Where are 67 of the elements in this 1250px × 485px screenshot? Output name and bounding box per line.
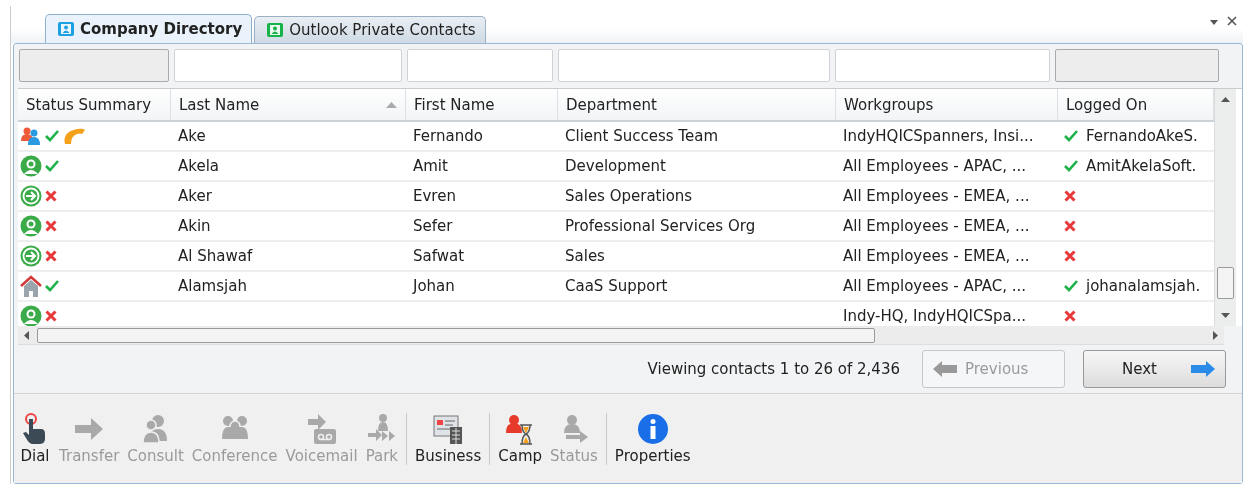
table-cell: Al Shawaf xyxy=(178,247,253,265)
table-cell: Sales xyxy=(565,247,605,265)
table-cell: Johan xyxy=(413,277,455,295)
tab[interactable]: Outlook Private Contacts xyxy=(254,16,486,43)
scroll-right-icon[interactable] xyxy=(1213,330,1218,340)
table-row[interactable]: Aker Evren Sales Operations All Employees - EMEA, ... xyxy=(18,182,1214,212)
column-header[interactable]: First Name xyxy=(406,89,558,120)
column-header[interactable]: Workgroups xyxy=(836,89,1058,120)
table-cell: johanalamsjah. xyxy=(1086,277,1201,295)
table-cell: Alamsjah xyxy=(178,277,247,295)
table-cell: All Employees - EMEA, ... xyxy=(843,217,1030,235)
table-cell: All Employees - EMEA, ... xyxy=(843,247,1030,265)
arrow-right-icon xyxy=(1191,361,1215,377)
table-row[interactable]: Al Shawaf Safwat Sales All Employees - EMEA, ... xyxy=(18,242,1214,272)
scroll-left-icon[interactable] xyxy=(24,330,29,340)
table-cell: Akin xyxy=(178,217,211,235)
scrollbar-thumb[interactable] xyxy=(1217,267,1234,299)
info-icon xyxy=(636,412,669,445)
table-row[interactable]: Alamsjah Johan CaaS Support All Employees - APAC, ... johanalamsjah. xyxy=(18,272,1214,302)
voicemail-icon xyxy=(305,412,338,445)
table-cell: Aker xyxy=(178,187,212,205)
table-cell: Ake xyxy=(178,127,206,145)
table-cell: Amit xyxy=(413,157,448,175)
contacts-count: Viewing contacts 1 to 26 of 2,436 xyxy=(647,360,900,378)
table-cell: Client Success Team xyxy=(565,127,718,145)
close-icon[interactable] xyxy=(1227,16,1237,26)
column-header[interactable]: Last Name xyxy=(171,89,406,120)
filter-field[interactable] xyxy=(407,49,553,82)
scroll-down-icon[interactable] xyxy=(1221,313,1230,318)
table-cell: Akela xyxy=(178,157,219,175)
scrollbar-thumb[interactable] xyxy=(37,327,875,343)
next-button[interactable]: Next xyxy=(1083,350,1226,388)
table-cell: All Employees - APAC, ... xyxy=(843,277,1027,295)
table-cell: AmitAkelaSoft. xyxy=(1086,157,1197,175)
sort-ascending-icon xyxy=(386,101,397,108)
table-cell: All Employees - EMEA, ... xyxy=(843,187,1030,205)
table-cell: Evren xyxy=(413,187,456,205)
table-cell: CaaS Support xyxy=(565,277,668,295)
table-cell: All Employees - APAC, ... xyxy=(843,157,1027,175)
filter-field[interactable] xyxy=(835,49,1050,82)
horizontal-scrollbar[interactable] xyxy=(18,326,1224,345)
table-cell: Sefer xyxy=(413,217,453,235)
dropdown-icon[interactable] xyxy=(1209,18,1219,26)
filter-field[interactable] xyxy=(558,49,830,82)
table-cell: Fernando xyxy=(413,127,483,145)
table-cell: IndyHQICSpanners, Insi... xyxy=(843,127,1034,145)
table-row[interactable]: Akin Sefer Professional Services Org All Employees - EMEA, ... xyxy=(18,212,1214,242)
table-cell: Indy-HQ, IndyHQICSpa... xyxy=(843,307,1026,325)
table-cell: FernandoAkeS. xyxy=(1086,127,1198,145)
table-cell: Sales Operations xyxy=(565,187,693,205)
table-cell: Professional Services Org xyxy=(565,217,756,235)
vertical-scrollbar[interactable] xyxy=(1214,89,1236,326)
column-header[interactable]: Department xyxy=(558,89,836,120)
filter-field[interactable] xyxy=(174,49,402,82)
dial-button[interactable]: Dial xyxy=(15,410,55,467)
scroll-up-icon[interactable] xyxy=(1221,97,1230,102)
table-row[interactable]: Ake Fernando Client Success Team IndyHQICSpanners, Insi... FernandoAkeS. xyxy=(18,122,1214,152)
business-card-icon xyxy=(432,412,465,445)
table-row[interactable]: Akela Amit Development All Employees - APAC, ... AmitAkelaSoft. xyxy=(18,152,1214,182)
business-button[interactable]: Business xyxy=(411,410,486,467)
table-cell: Development xyxy=(565,157,666,175)
properties-button[interactable]: Properties xyxy=(610,410,695,467)
camp-button[interactable]: Camp xyxy=(494,410,547,467)
tab[interactable]: Company Directory xyxy=(45,14,253,43)
column-header[interactable]: Status Summary xyxy=(18,89,171,120)
arrow-left-icon xyxy=(933,361,957,377)
table-cell: Safwat xyxy=(413,247,465,265)
